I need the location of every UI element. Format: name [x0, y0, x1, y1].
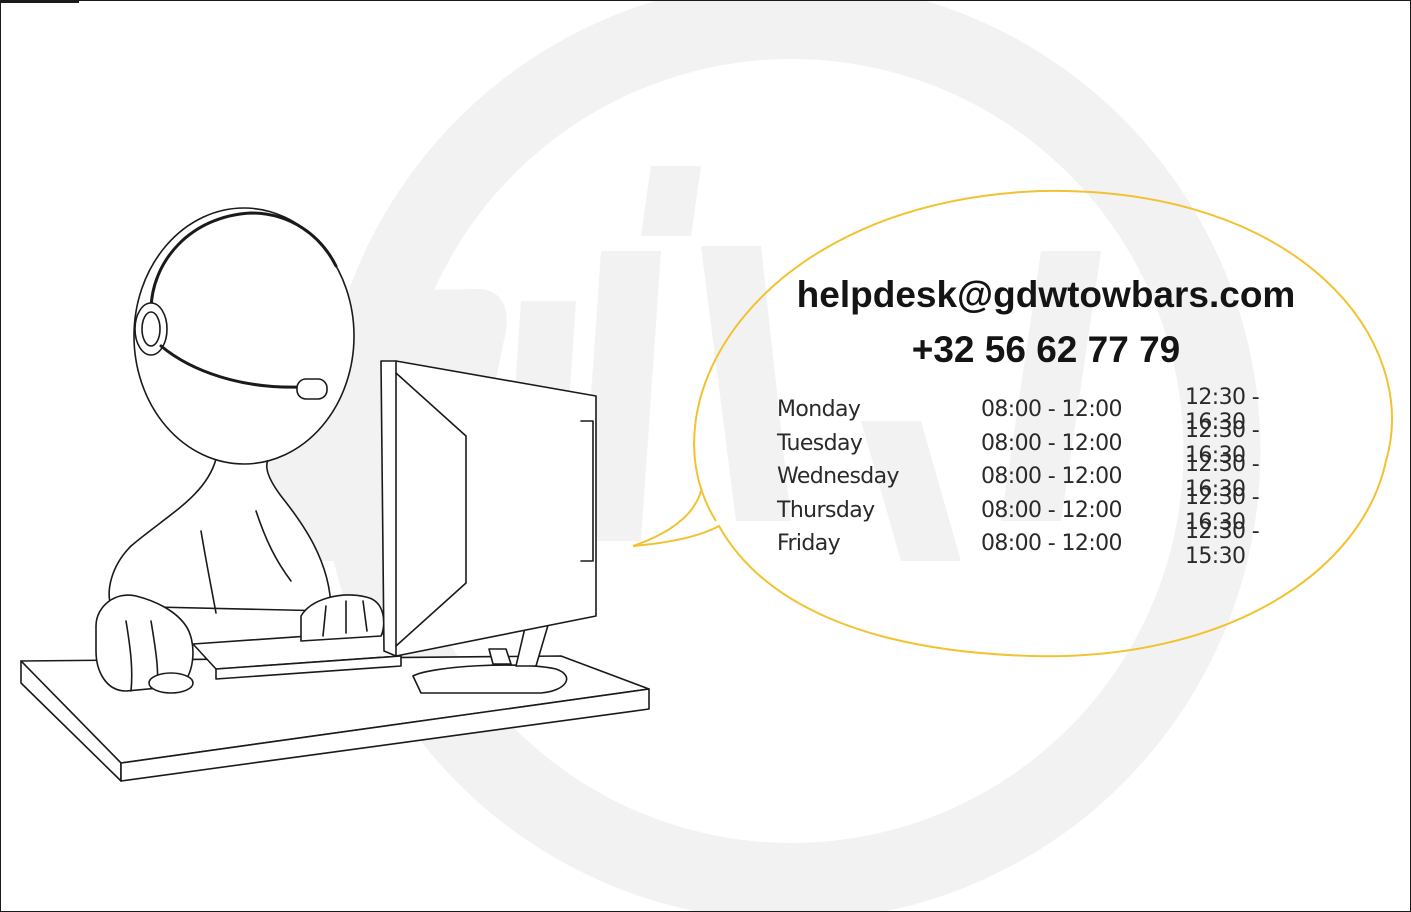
opening-hours-table: Monday 08:00 - 12:00 12:30 - 16:30 Tuesd…: [777, 385, 1325, 569]
morning-hours: 08:00 - 12:00: [981, 397, 1123, 423]
morning-hours: 08:00 - 12:00: [981, 464, 1123, 490]
day-label: Thursday: [777, 497, 875, 523]
afternoon-hours: 12:30 - 15:30: [1185, 518, 1260, 569]
day-label: Tuesday: [777, 430, 863, 456]
day-label: Friday: [777, 531, 841, 557]
day-label: Monday: [777, 397, 861, 423]
helpdesk-phone[interactable]: +32 56 62 77 79: [701, 331, 1391, 368]
day-label: Wednesday: [777, 464, 900, 490]
helpdesk-card: helpdesk@gdwtowbars.com +32 56 62 77 79 …: [0, 0, 1411, 912]
morning-hours: 08:00 - 12:00: [981, 531, 1123, 557]
morning-hours: 08:00 - 12:00: [981, 430, 1123, 456]
hours-row-friday: Friday 08:00 - 12:00 12:30 - 15:30: [777, 519, 1325, 569]
morning-hours: 08:00 - 12:00: [981, 497, 1123, 523]
helpdesk-email[interactable]: helpdesk@gdwtowbars.com: [701, 276, 1391, 313]
